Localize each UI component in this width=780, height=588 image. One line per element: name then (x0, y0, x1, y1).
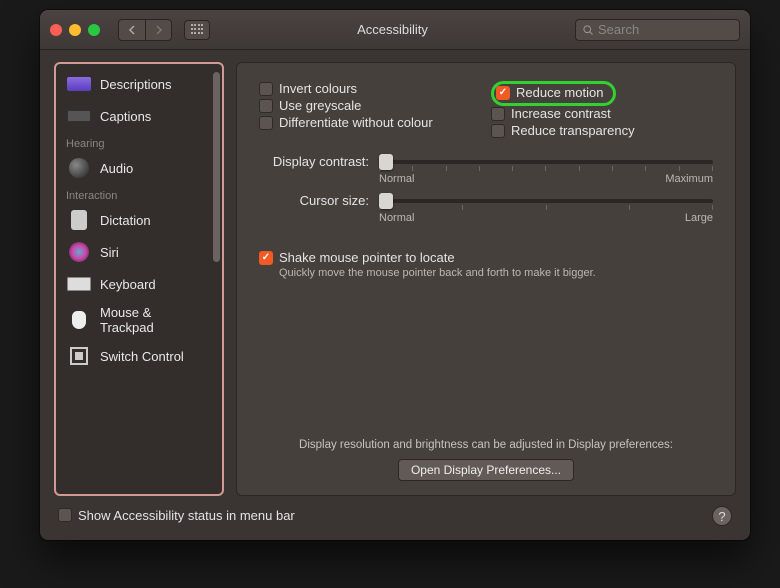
checkbox-label: Differentiate without colour (279, 115, 433, 130)
checkbox-label: Shake mouse pointer to locate (279, 250, 455, 265)
search-field[interactable]: Search (575, 19, 740, 41)
sidebar-category-interaction: Interaction (60, 184, 210, 204)
sidebar: Descriptions Captions Hearing Audio Inte… (54, 62, 224, 496)
cursor-size-label: Cursor size: (259, 193, 369, 208)
show-accessibility-status-checkbox[interactable]: Show Accessibility status in menu bar (58, 508, 295, 523)
search-icon (582, 24, 594, 36)
display-contrast-slider[interactable] (379, 160, 713, 164)
switch-control-icon (66, 345, 92, 367)
display-preferences-hint: Display resolution and brightness can be… (259, 439, 713, 451)
window-controls (50, 24, 100, 36)
minimize-icon[interactable] (69, 24, 81, 36)
sidebar-item-label: Siri (100, 245, 119, 260)
open-display-preferences-button[interactable]: Open Display Preferences... (398, 459, 574, 481)
use-greyscale-checkbox[interactable]: Use greyscale (259, 98, 481, 113)
display-contrast-slider-row: Display contrast: Normal Maximum (259, 154, 713, 185)
sidebar-scrollbar[interactable] (210, 68, 222, 490)
checkbox-checked-icon (496, 86, 510, 100)
content-area: Descriptions Captions Hearing Audio Inte… (40, 50, 750, 496)
sidebar-item-audio[interactable]: Audio (60, 152, 210, 184)
keyboard-icon (66, 273, 92, 295)
settings-panel: Invert colours Use greyscale Differentia… (236, 62, 736, 496)
sidebar-item-switch-control[interactable]: Switch Control (60, 340, 210, 372)
audio-icon (66, 157, 92, 179)
siri-icon (66, 241, 92, 263)
captions-icon (66, 105, 92, 127)
sidebar-item-siri[interactable]: Siri (60, 236, 210, 268)
search-placeholder: Search (598, 22, 639, 37)
sidebar-item-keyboard[interactable]: Keyboard (60, 268, 210, 300)
help-icon: ? (718, 509, 725, 524)
slider-min-label: Normal (379, 173, 414, 185)
descriptions-icon (66, 73, 92, 95)
slider-max-label: Large (685, 212, 713, 224)
checkbox-label: Use greyscale (279, 98, 361, 113)
slider-max-label: Maximum (665, 173, 713, 185)
sidebar-item-label: Captions (100, 109, 151, 124)
show-all-button[interactable] (184, 20, 210, 40)
sidebar-item-label: Switch Control (100, 349, 184, 364)
reduce-transparency-checkbox[interactable]: Reduce transparency (491, 123, 713, 138)
checkbox-label: Invert colours (279, 81, 357, 96)
nav-buttons (118, 19, 172, 41)
sidebar-item-mouse-trackpad[interactable]: Mouse & Trackpad (60, 300, 210, 340)
grid-icon (191, 24, 203, 36)
checkbox-label: Reduce transparency (511, 123, 635, 138)
bottom-bar: Show Accessibility status in menu bar ? (40, 496, 750, 540)
window-title: Accessibility (218, 22, 567, 37)
sidebar-item-descriptions[interactable]: Descriptions (60, 68, 210, 100)
cursor-size-slider-row: Cursor size: Normal Large (259, 193, 713, 224)
checkbox-label: Increase contrast (511, 106, 611, 121)
sidebar-item-label: Keyboard (100, 277, 156, 292)
checkbox-icon (491, 107, 505, 121)
slider-thumb[interactable] (379, 193, 393, 209)
sidebar-item-captions[interactable]: Captions (60, 100, 210, 132)
sidebar-item-label: Dictation (100, 213, 151, 228)
differentiate-colour-checkbox[interactable]: Differentiate without colour (259, 115, 481, 130)
checkbox-icon (259, 116, 273, 130)
reduce-motion-checkbox[interactable]: Reduce motion (496, 85, 603, 100)
slider-thumb[interactable] (379, 154, 393, 170)
titlebar: Accessibility Search (40, 10, 750, 50)
checkbox-label: Show Accessibility status in menu bar (78, 508, 295, 523)
back-button[interactable] (119, 20, 145, 40)
forward-button[interactable] (145, 20, 171, 40)
checkbox-icon (259, 82, 273, 96)
shake-pointer-description: Quickly move the mouse pointer back and … (279, 267, 713, 279)
slider-min-label: Normal (379, 212, 414, 224)
mouse-icon (66, 309, 92, 331)
cursor-size-slider[interactable] (379, 199, 713, 203)
scrollbar-thumb[interactable] (213, 72, 220, 262)
sidebar-item-label: Audio (100, 161, 133, 176)
sidebar-item-dictation[interactable]: Dictation (60, 204, 210, 236)
zoom-icon[interactable] (88, 24, 100, 36)
invert-colours-checkbox[interactable]: Invert colours (259, 81, 481, 96)
close-icon[interactable] (50, 24, 62, 36)
checkbox-icon (259, 99, 273, 113)
increase-contrast-checkbox[interactable]: Increase contrast (491, 106, 713, 121)
help-button[interactable]: ? (712, 506, 732, 526)
sidebar-item-label: Descriptions (100, 77, 172, 92)
checkbox-checked-icon (259, 251, 273, 265)
accessibility-window: Accessibility Search Descriptions Captio… (40, 10, 750, 540)
checkbox-label: Reduce motion (516, 85, 603, 100)
checkbox-icon (58, 508, 72, 522)
shake-pointer-checkbox[interactable]: Shake mouse pointer to locate (259, 250, 713, 265)
sidebar-category-hearing: Hearing (60, 132, 210, 152)
sidebar-item-label: Mouse & Trackpad (100, 305, 204, 335)
checkbox-icon (491, 124, 505, 138)
reduce-motion-highlight: Reduce motion (491, 81, 616, 106)
display-contrast-label: Display contrast: (259, 154, 369, 169)
dictation-icon (66, 209, 92, 231)
